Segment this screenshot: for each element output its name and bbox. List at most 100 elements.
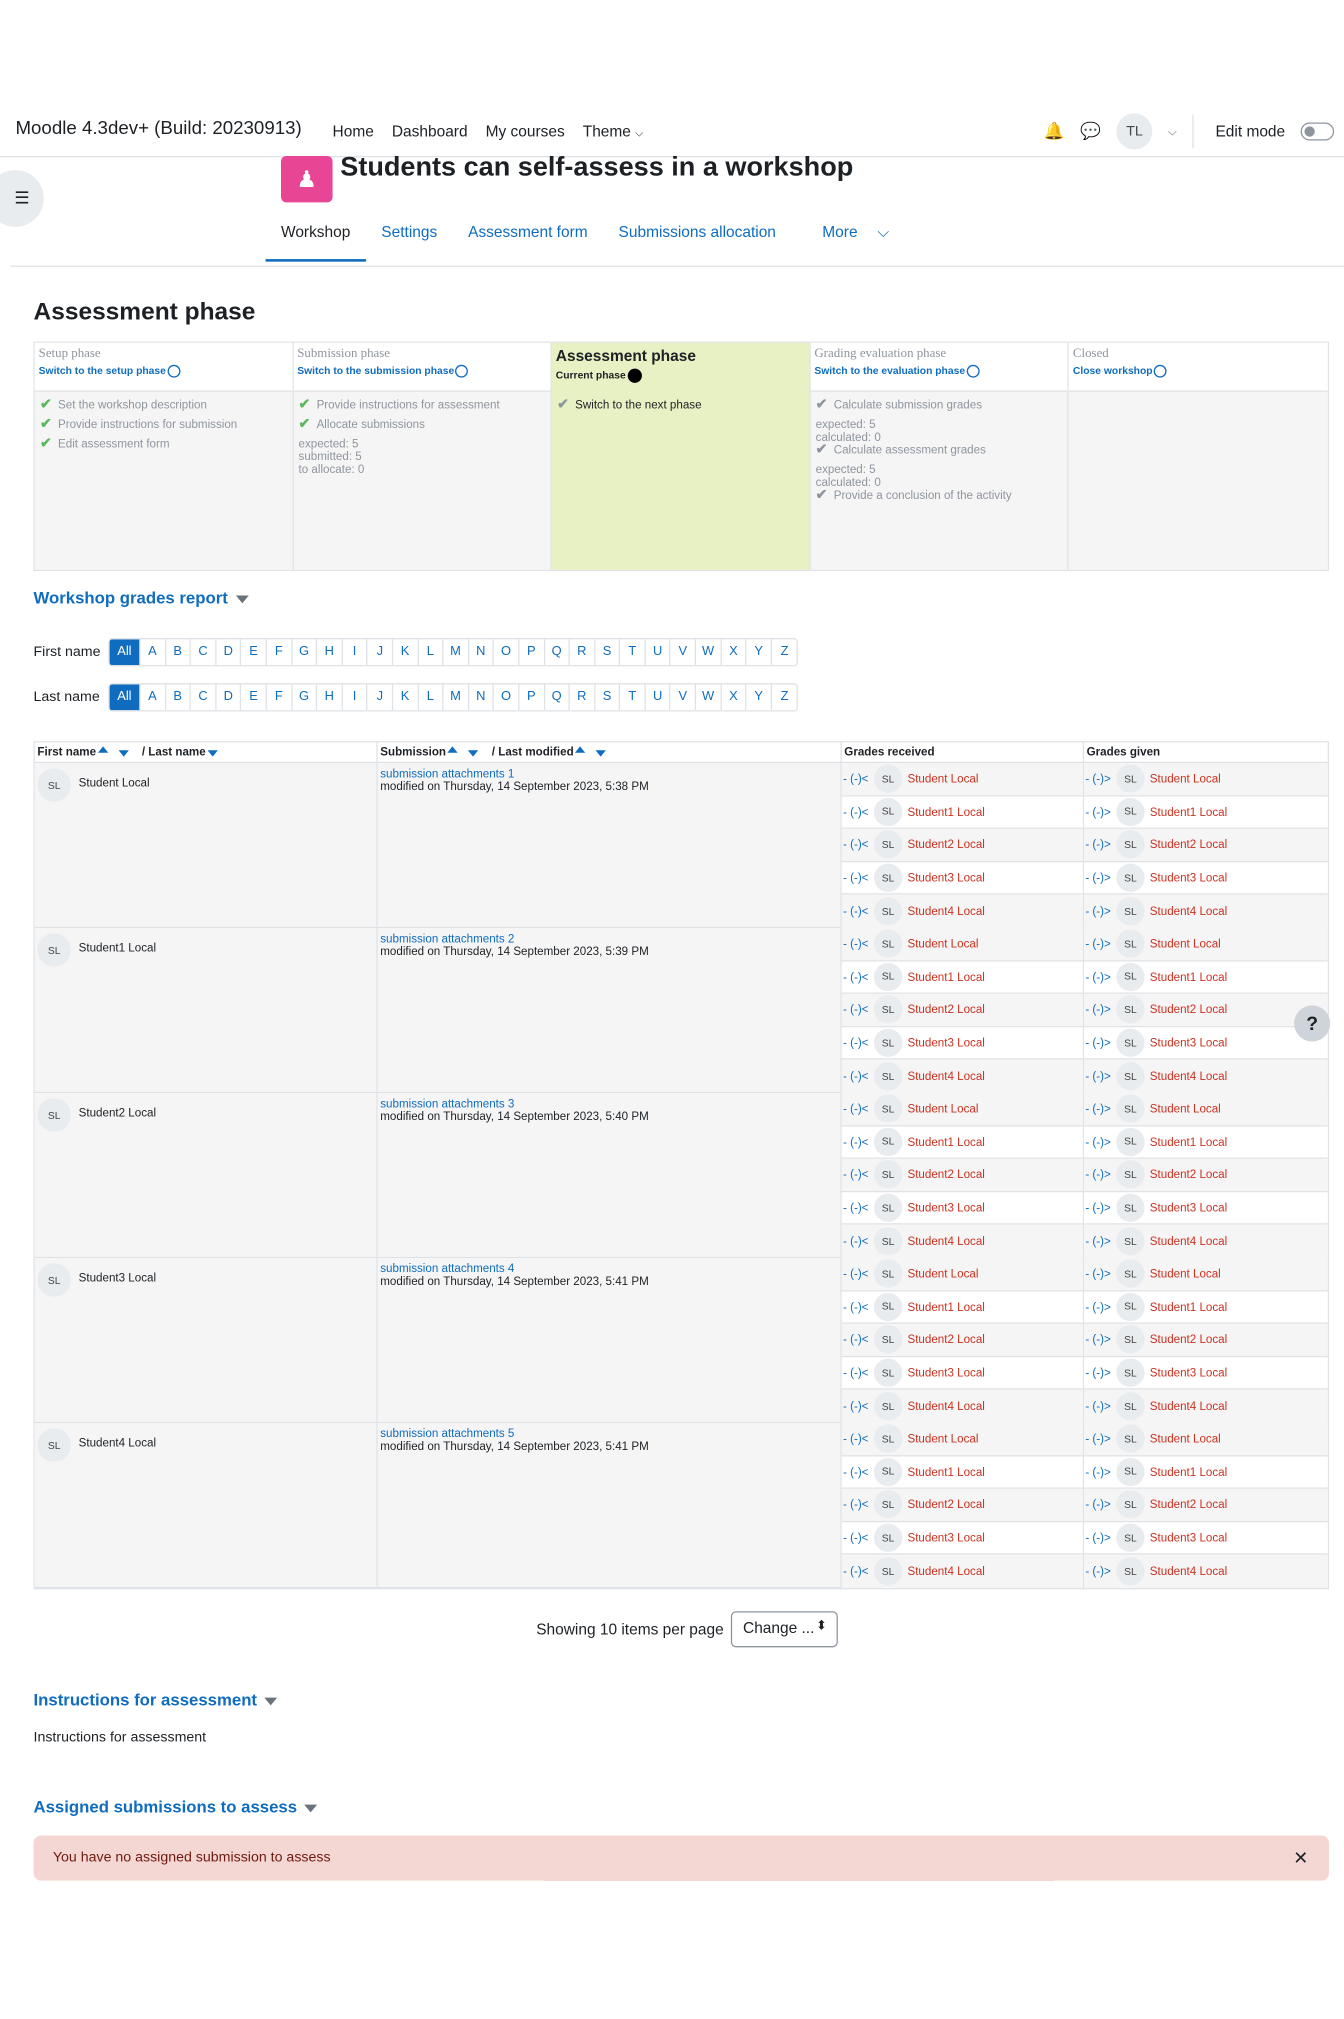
switch-phase-link[interactable]: Switch to the setup phase [39,364,289,378]
grade-given-link[interactable]: - (-)> [1085,1135,1116,1148]
grade-received-link[interactable]: - (-)< [843,1267,874,1280]
sort-desc-icon[interactable] [206,750,218,757]
grade-received-link[interactable]: - (-)< [843,871,874,884]
user-menu-chevron-icon[interactable]: ⌵ [1168,124,1177,138]
initial-filter-y[interactable]: Y [747,684,772,711]
assigned-toggle[interactable]: Assigned submissions to assess [34,1797,318,1816]
initial-filter-e[interactable]: E [242,639,267,666]
help-button[interactable]: ? [1294,1005,1331,1042]
reviewee-name[interactable]: Student1 Local [1150,1465,1227,1478]
reviewee-name[interactable]: Student2 Local [1150,1333,1227,1346]
grade-received-link[interactable]: - (-)< [843,1102,874,1115]
grade-given-link[interactable]: - (-)> [1085,1366,1116,1379]
grade-received-link[interactable]: - (-)< [843,1300,874,1313]
grade-given-link[interactable]: - (-)> [1085,1432,1116,1445]
grades-report-toggle[interactable]: Workshop grades report [34,588,249,607]
reviewee-name[interactable]: Student Local [1150,772,1221,785]
initial-filter-t[interactable]: T [620,639,646,666]
sort-last-modified[interactable]: / Last modified [492,745,574,758]
sort-desc-icon[interactable] [117,750,129,757]
reviewee-name[interactable]: Student2 Local [1150,1003,1227,1016]
grade-given-link[interactable]: - (-)> [1085,1201,1116,1214]
reviewer-name[interactable]: Student Local [907,1102,978,1115]
grade-received-link[interactable]: - (-)< [843,1003,874,1016]
initial-filter-p[interactable]: P [519,684,545,711]
tab-workshop[interactable]: Workshop [265,211,366,262]
initial-filter-a[interactable]: A [141,639,166,666]
initial-filter-j[interactable]: J [368,639,394,666]
initial-filter-n[interactable]: N [469,684,495,711]
initial-filter-h[interactable]: H [317,684,343,711]
reviewer-name[interactable]: Student1 Local [907,970,984,983]
grade-given-link[interactable]: - (-)> [1085,1036,1116,1049]
submission-link[interactable]: submission attachments 5 [380,1427,514,1440]
reviewer-name[interactable]: Student Local [907,1432,978,1445]
reviewer-name[interactable]: Student2 Local [907,1003,984,1016]
tab-submissions-allocation[interactable]: Submissions allocation [603,211,791,261]
grade-given-link[interactable]: - (-)> [1085,1235,1116,1248]
initial-filter-x[interactable]: X [721,684,747,711]
grade-given-link[interactable]: - (-)> [1085,838,1116,851]
grade-received-link[interactable]: - (-)< [843,1070,874,1083]
reviewer-name[interactable]: Student4 Local [907,1565,984,1578]
grade-received-link[interactable]: - (-)< [843,1168,874,1181]
grade-received-link[interactable]: - (-)< [843,1135,874,1148]
grade-given-link[interactable]: - (-)> [1085,1333,1116,1346]
switch-phase-link[interactable]: Switch to the evaluation phase [814,364,1064,378]
initial-filter-q[interactable]: Q [545,684,570,711]
sort-first-name[interactable]: First name [37,745,96,758]
reviewer-name[interactable]: Student3 Local [907,1036,984,1049]
initial-filter-l[interactable]: L [418,639,444,666]
reviewer-name[interactable]: Student1 Local [907,1135,984,1148]
initial-filter-e[interactable]: E [242,684,267,711]
reviewee-name[interactable]: Student Local [1150,1267,1221,1280]
initial-filter-w[interactable]: W [696,684,722,711]
reviewer-name[interactable]: Student1 Local [907,1300,984,1313]
reviewer-name[interactable]: Student2 Local [907,838,984,851]
nav-theme[interactable]: Theme ⌵ [583,122,643,140]
initial-filter-x[interactable]: X [721,639,747,666]
initial-filter-b[interactable]: B [166,639,192,666]
reviewer-name[interactable]: Student Local [907,772,978,785]
initial-filter-u[interactable]: U [646,684,671,711]
initial-filter-z[interactable]: Z [772,639,797,665]
initial-filter-c[interactable]: C [191,684,217,711]
nav-dashboard[interactable]: Dashboard [392,122,468,140]
initial-filter-b[interactable]: B [166,684,192,711]
initial-filter-z[interactable]: Z [772,684,797,710]
grade-given-link[interactable]: - (-)> [1085,871,1116,884]
user-avatar[interactable]: TL [1116,113,1153,150]
tab-more[interactable]: More ⌵ [791,211,904,261]
initial-filter-w[interactable]: W [696,639,722,666]
reviewer-name[interactable]: Student3 Local [907,871,984,884]
reviewee-name[interactable]: Student1 Local [1150,805,1227,818]
sort-last-name[interactable]: / Last name [142,745,206,758]
grade-received-link[interactable]: - (-)< [843,1400,874,1413]
initial-filter-h[interactable]: H [317,639,343,666]
initial-filter-j[interactable]: J [368,684,394,711]
initial-filter-k[interactable]: K [393,684,419,711]
reviewee-name[interactable]: Student2 Local [1150,1498,1227,1511]
reviewer-name[interactable]: Student4 Local [907,1235,984,1248]
initial-filter-i[interactable]: I [343,639,368,666]
switch-phase-icon[interactable] [1153,364,1167,378]
reviewer-name[interactable]: Student Local [907,937,978,950]
grade-given-link[interactable]: - (-)> [1085,905,1116,918]
grade-received-link[interactable]: - (-)< [843,1498,874,1511]
initial-filter-d[interactable]: D [216,639,242,666]
initial-filter-all[interactable]: All [109,684,141,711]
initial-filter-v[interactable]: V [671,639,697,666]
grade-received-link[interactable]: - (-)< [843,1366,874,1379]
grade-received-link[interactable]: - (-)< [843,805,874,818]
switch-phase-icon[interactable] [966,364,980,378]
reviewer-name[interactable]: Student4 Local [907,1400,984,1413]
initial-filter-a[interactable]: A [141,684,166,711]
sort-submission[interactable]: Submission [380,745,446,758]
initial-filter-l[interactable]: L [418,684,444,711]
initial-filter-p[interactable]: P [519,639,545,666]
grade-given-link[interactable]: - (-)> [1085,1102,1116,1115]
grade-given-link[interactable]: - (-)> [1085,1168,1116,1181]
sort-desc-icon[interactable] [595,750,606,757]
instructions-toggle[interactable]: Instructions for assessment [34,1690,278,1709]
course-index-button[interactable]: ☰ [0,170,44,227]
